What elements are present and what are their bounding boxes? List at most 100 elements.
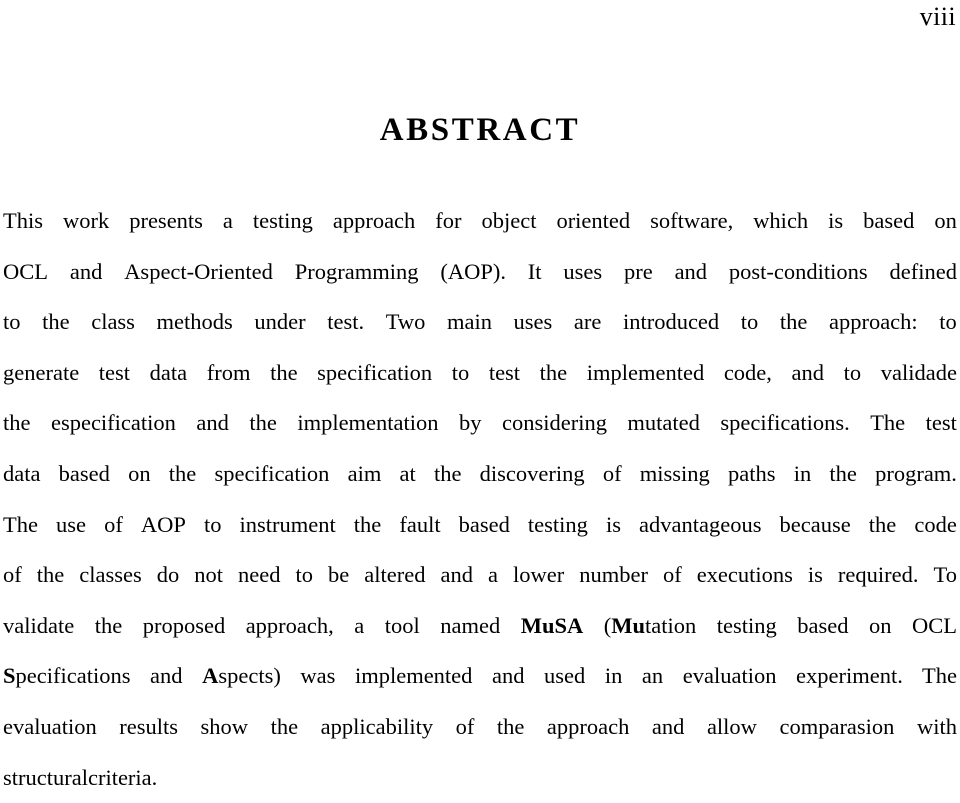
abstract-word: the [168,460,197,486]
plain-text: pecifications and [15,663,203,689]
abstract-word: data [149,359,188,385]
abstract-word: to [203,511,222,537]
abstract-word: code, [723,359,772,385]
abstract-word: classes [79,562,142,588]
abstract-word: evaluation [3,713,97,739]
abstract-word: is [807,562,823,588]
abstract-word: the [496,713,525,739]
page-number: viii [919,2,956,31]
abstract-line: OCL and Aspect-Oriented Programming (AOP). It… [3,247,957,298]
abstract-word: test [98,359,131,385]
abstract-word: data [3,460,41,486]
abstract-word: implemented [586,359,705,385]
abstract-word: in [793,460,812,486]
abstract-word: to [3,309,21,335]
abstract-line: structural criteria. [3,753,957,803]
abstract-word: Two [385,309,426,335]
abstract-word: to [843,359,862,385]
abstract-word: at [399,460,416,486]
page-title: ABSTRACT [379,112,581,148]
abstract-word: by [459,410,482,436]
abstract-word: a [487,562,498,588]
abstract-word: the [249,410,277,436]
abstract-word: presents [129,208,203,233]
abstract-word: the [36,562,65,588]
abstract-word: OCL [3,258,48,284]
abstract-word: the [868,511,897,537]
abstract-word: The [870,410,906,436]
abstract-word: be [328,562,350,588]
abstract-word: (AOP). [440,258,506,284]
abstract-word: a [222,208,233,233]
abstract-word: post-conditions [728,258,868,284]
abstract-word: the [3,410,31,436]
abstract-word: test [925,410,957,436]
abstract-word: allow [706,713,757,739]
abstract-word: from [206,359,251,385]
abstract-word: the [42,309,70,335]
abstract-word: test [488,359,521,385]
abstract-word: It [527,258,542,284]
abstract-word: approach: [828,309,918,335]
abstract-word: under [254,309,306,335]
abstract-line: validate the proposed approach, a tool n… [3,601,957,652]
abstract-word: the [353,511,382,537]
abstract-word: uses [563,258,603,284]
plain-text: tation testing based on OCL [645,612,957,638]
abstract-word: with [916,713,957,739]
abstract-line: of the classes do not need to be altered and a lowe… [3,550,957,601]
abstract-word: fault [399,511,441,537]
abstract-word: and [791,359,825,385]
abstract-word: specification [214,460,330,486]
emphasis-text: Mu [611,612,646,638]
abstract-word: to [295,562,313,588]
abstract-word: are [573,309,602,335]
plain-text: spects) was implemented and used in an e… [218,663,957,689]
abstract-word: and [69,258,103,284]
document-page: viii ABSTRACT This work presents a testing ap… [0,0,960,790]
abstract-word: To [933,562,957,588]
abstract-word: based [58,460,110,486]
abstract-line: This work presents a testing approach for objec… [3,196,957,247]
abstract-word: comparasion [779,713,895,739]
abstract-word: show [200,713,249,739]
abstract-word: structural [3,764,88,790]
abstract-word: pre [623,258,653,284]
abstract-word: to [939,309,957,335]
abstract-word: number [579,562,648,588]
abstract-word: and [196,410,229,436]
abstract-word: based [458,511,510,537]
abstract-word: specification [317,359,433,385]
abstract-word: the [270,359,298,385]
abstract-word: results [119,713,178,739]
abstract-word: approach [332,208,416,233]
abstract-word: the [779,309,808,335]
abstract-word: The [3,511,38,537]
abstract-word: of [662,562,682,588]
abstract-line-text: validate the proposed approach, a tool n… [3,613,957,638]
abstract-word: of [104,511,123,537]
abstract-word: paths [728,460,776,486]
abstract-word: for [435,208,462,233]
abstract-word: specifications. [720,410,850,436]
abstract-word: and [440,562,473,588]
abstract-line: to the class methods under test. Two main uses ar… [3,297,957,348]
abstract-word: to [451,359,470,385]
abstract-word: is [828,208,844,233]
abstract-word: defined [889,258,957,284]
abstract-word: which [753,208,809,233]
abstract-word: is [605,511,621,537]
abstract-word: to [740,309,759,335]
abstract-word: lower [512,562,565,588]
abstract-word: discovering [479,460,585,486]
abstract-word: the [539,359,568,385]
abstract-word: testing [252,208,313,233]
abstract-word: validade [880,359,957,385]
plain-text: ( [583,612,612,638]
emphasis-text: S [3,663,16,689]
abstract-line: The use of AOP to instrument the fault based test… [3,500,957,551]
abstract-word: Programming [294,258,419,284]
abstract-word: criteria. [87,764,158,790]
abstract-word: altered [364,562,426,588]
abstract-word: implementation [297,410,439,436]
